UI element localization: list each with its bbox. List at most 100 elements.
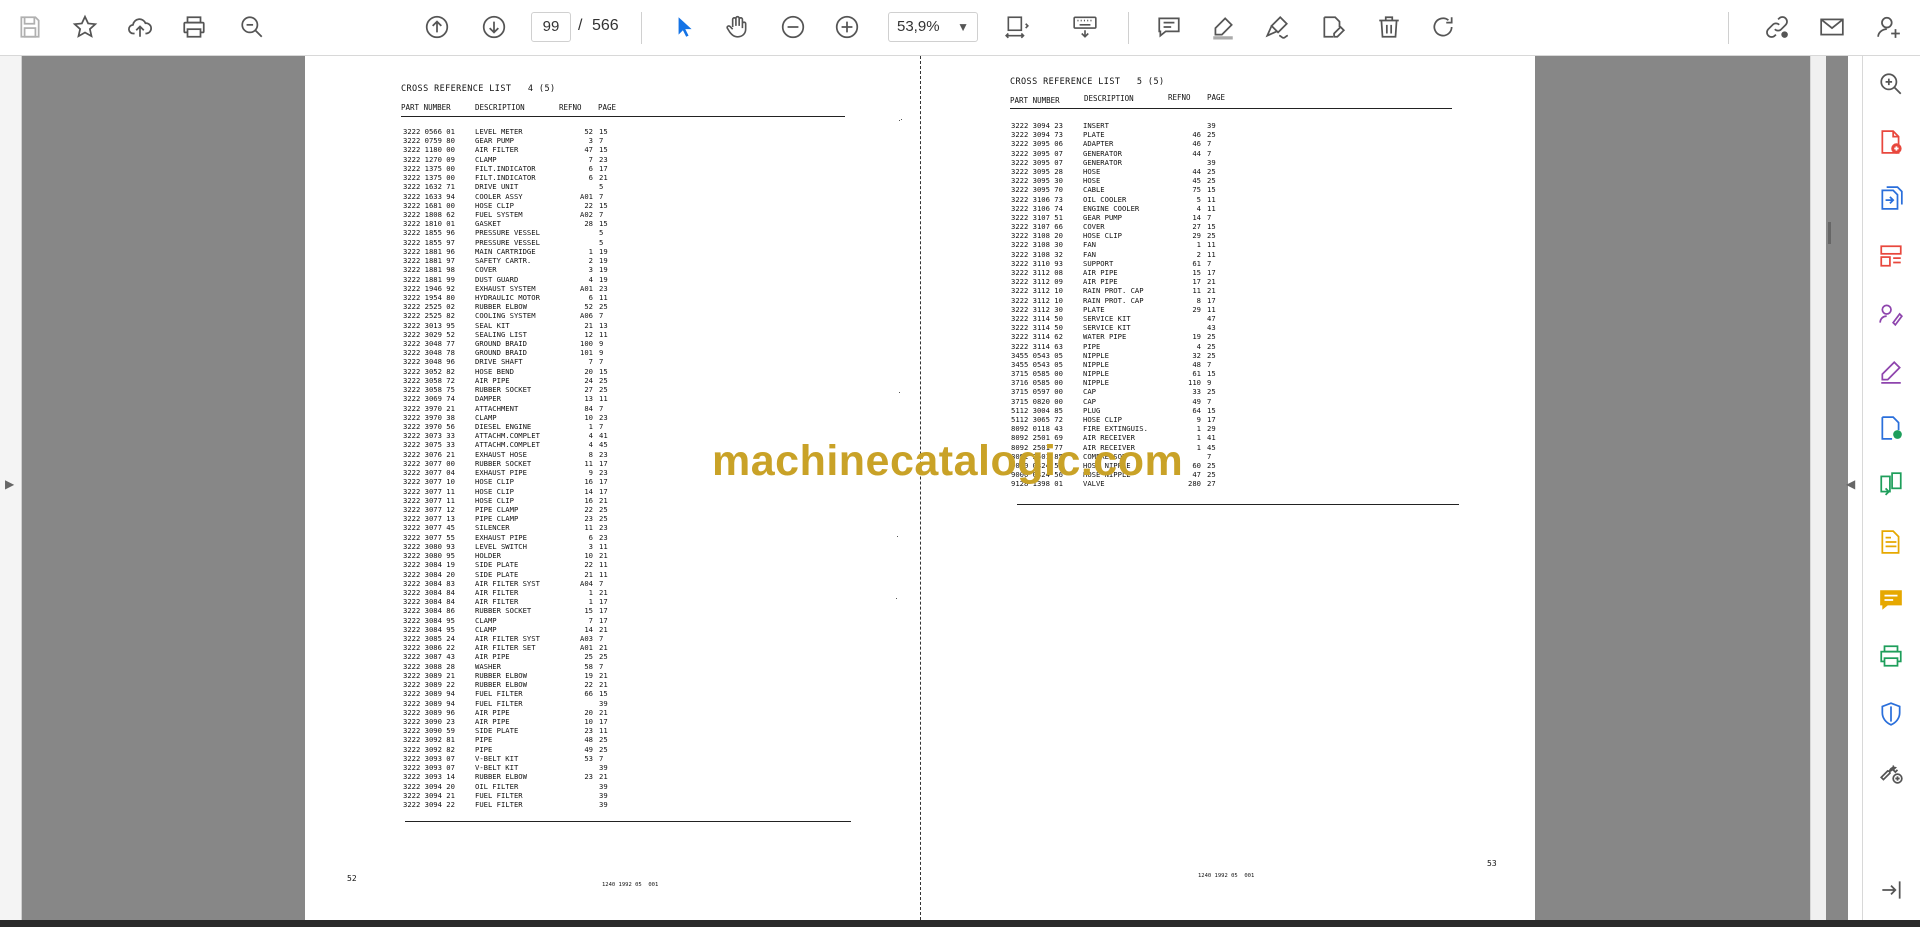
comment-panel-icon[interactable]	[1875, 584, 1907, 616]
refno-cell: 10	[584, 412, 593, 422]
rotate-icon[interactable]	[1426, 10, 1460, 44]
hand-tool-icon[interactable]	[720, 10, 754, 44]
keyboard-icon[interactable]	[1068, 10, 1102, 44]
part-number-cell: 3222 3069 74	[403, 394, 455, 404]
more-tools-icon[interactable]	[1875, 756, 1907, 788]
page-cell: 21	[599, 670, 608, 680]
collapse-panel-icon[interactable]	[1875, 874, 1907, 906]
cross-reference-table-left: 3222 0566 01 LEVEL METER 52 15 3222 0759 80 G…	[403, 127, 619, 809]
page-cell: 15	[599, 145, 608, 155]
part-number-cell: 3222 3114 63	[1011, 341, 1063, 351]
refno-cell: 15	[584, 606, 593, 616]
refno-cell: 23	[584, 726, 593, 736]
part-number-cell: 3222 3029 52	[403, 329, 455, 339]
table-row: 3222 3114 63 PIPE 4 25	[1011, 342, 1227, 351]
part-number-cell: 3222 3112 10	[1011, 286, 1063, 296]
zoom-in-icon[interactable]	[830, 10, 864, 44]
refno-cell: 11	[584, 523, 593, 533]
table-row: 3222 3090 23 AIR PIPE 10 17	[403, 717, 619, 726]
table-row: 3222 3073 33 ATTACHM.COMPLET 4 41	[403, 431, 619, 440]
table-row: 3222 3077 10 HOSE CLIP 16 17	[403, 477, 619, 486]
refno-cell: 10	[584, 551, 593, 561]
print-icon[interactable]	[177, 10, 211, 44]
share-link-icon[interactable]	[1760, 10, 1794, 44]
edit-pdf-icon[interactable]	[1316, 10, 1350, 44]
page-down-icon[interactable]	[477, 10, 511, 44]
description-cell: PLATE	[1083, 304, 1105, 314]
delete-icon[interactable]	[1372, 10, 1406, 44]
page-up-icon[interactable]	[420, 10, 454, 44]
description-cell: AIR PIPE	[475, 652, 510, 662]
expand-left-panel-icon[interactable]: ▶	[5, 477, 14, 491]
header-refno: REFNO	[559, 103, 582, 112]
table-row: 3222 3094 73 PLATE 46 25	[1011, 130, 1227, 139]
description-cell: PIPE	[475, 744, 493, 754]
email-icon[interactable]	[1815, 10, 1849, 44]
part-number-cell: 3222 1808 62	[403, 209, 455, 219]
description-cell: PIPE CLAMP	[475, 514, 519, 524]
zoom-select[interactable]: 53,9% ▼	[888, 12, 978, 42]
fill-sign-icon[interactable]	[1875, 298, 1907, 330]
upload-cloud-icon[interactable]	[123, 10, 157, 44]
select-cursor-icon[interactable]	[667, 10, 701, 44]
description-cell: SIDE PLATE	[475, 569, 519, 579]
fit-page-icon[interactable]	[1000, 10, 1034, 44]
collapse-right-panel-arrow-icon[interactable]: ◀	[1846, 477, 1855, 491]
description-cell: INSERT	[1083, 121, 1109, 130]
table-row: 3455 0543 05 NIPPLE 32 25	[1011, 351, 1227, 360]
bookmark-star-icon[interactable]	[68, 10, 102, 44]
part-number-cell: 3716 0585 00	[1011, 378, 1063, 388]
table-row: 3222 3058 75 RUBBER SOCKET 27 25	[403, 385, 619, 394]
description-cell: DIESEL ENGINE	[475, 422, 532, 431]
zoom-search-icon[interactable]	[1875, 68, 1907, 100]
footer-rule	[405, 821, 851, 822]
page-cell: 11	[1207, 240, 1216, 250]
highlight-pen-icon[interactable]	[1206, 10, 1240, 44]
description-cell: AIR PIPE	[1083, 268, 1118, 277]
part-number-cell: 3222 3084 95	[403, 615, 455, 625]
refno-cell: 46	[1192, 139, 1201, 149]
create-pdf-icon[interactable]	[1875, 126, 1907, 158]
description-cell: ATTACHMENT	[475, 403, 519, 413]
scrollbar-thumb[interactable]	[1828, 222, 1831, 244]
organize-pages-icon[interactable]	[1875, 240, 1907, 272]
compare-icon[interactable]	[1875, 468, 1907, 500]
export-pdf-icon[interactable]	[1875, 182, 1907, 214]
add-user-icon[interactable]	[1872, 10, 1906, 44]
print-production-icon[interactable]	[1875, 640, 1907, 672]
send-review-icon[interactable]	[1875, 412, 1907, 444]
table-row: 3222 3086 22 AIR FILTER SET A01 21	[403, 643, 619, 652]
description-cell: PIPE CLAMP	[475, 504, 519, 514]
page-cell: 7	[599, 357, 604, 367]
header-part-number: PART NUMBER	[1010, 96, 1060, 105]
page-cell: 7	[599, 311, 604, 321]
search-zoom-icon[interactable]	[235, 10, 269, 44]
part-number-cell: 3222 3108 32	[1011, 249, 1063, 259]
page-cell: 11	[599, 569, 608, 579]
comment-icon[interactable]	[1152, 10, 1186, 44]
header-page: PAGE	[1207, 93, 1226, 102]
page-number-input[interactable]: 99	[531, 12, 571, 42]
part-number-cell: 3222 3114 50	[1011, 313, 1063, 323]
sign-icon[interactable]	[1260, 10, 1294, 44]
part-number-cell: 3222 3084 86	[403, 606, 455, 616]
part-number-cell: 3222 3095 07	[1011, 157, 1063, 167]
zoom-out-icon[interactable]	[776, 10, 810, 44]
refno-cell: 20	[584, 366, 593, 376]
page-title: CROSS REFERENCE LIST 4 (5)	[401, 84, 556, 94]
table-row: 3222 1375 00 FILT.INDICATOR 6 17	[403, 164, 619, 173]
part-number-cell: 3222 3112 08	[1011, 268, 1063, 277]
scan-ocr-icon[interactable]	[1875, 526, 1907, 558]
refno-cell: 8	[1196, 295, 1201, 305]
page-cell: 7	[599, 753, 604, 763]
part-number-cell: 3222 1855 97	[403, 237, 455, 247]
edit-text-icon[interactable]	[1875, 356, 1907, 388]
description-cell: RUBBER ELBOW	[475, 680, 527, 690]
save-icon[interactable]	[13, 10, 47, 44]
protect-icon[interactable]	[1875, 698, 1907, 730]
page-cell: 7	[599, 403, 604, 413]
vertical-scrollbar[interactable]	[1810, 56, 1826, 920]
page-cell: 19	[599, 274, 608, 284]
refno-cell: 22	[584, 560, 593, 570]
table-row: 3222 3095 28 HOSE 44 25	[1011, 167, 1227, 176]
